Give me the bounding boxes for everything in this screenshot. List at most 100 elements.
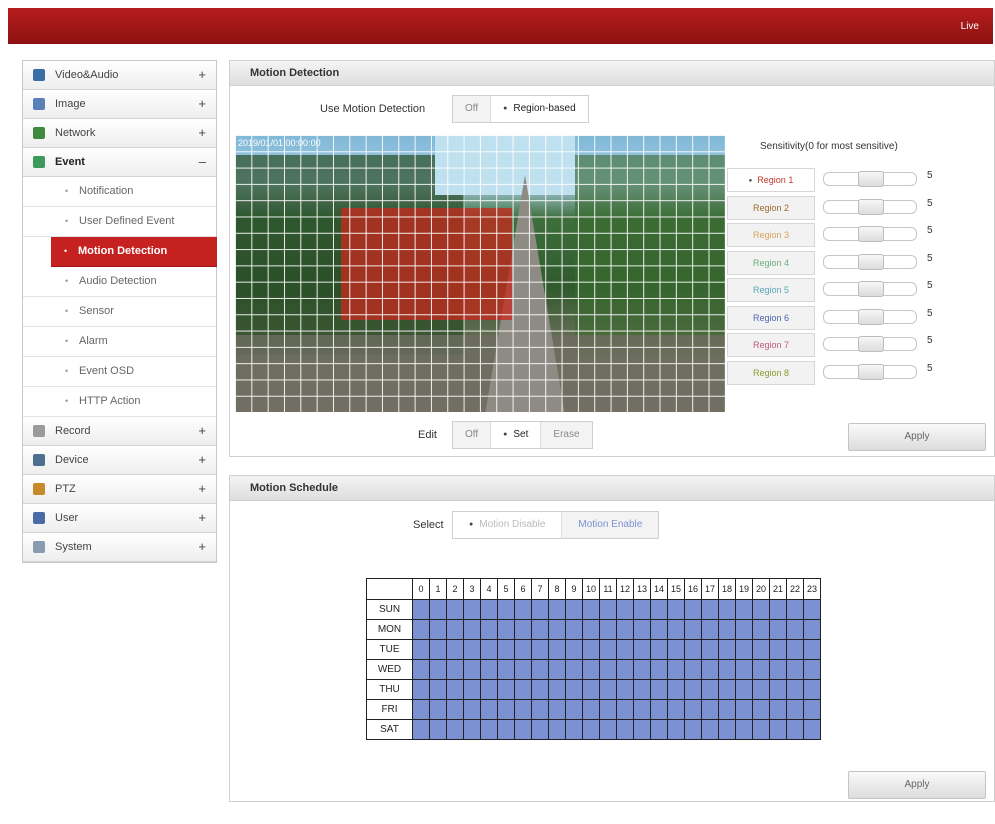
schedule-cell[interactable] [531,619,549,640]
schedule-cell[interactable] [497,639,515,660]
hour-header[interactable]: 4 [480,578,498,600]
slider-handle[interactable] [858,253,884,270]
sidebar-item-image[interactable]: Image + [23,90,216,119]
day-label[interactable]: TUE [366,639,413,660]
schedule-cell[interactable] [684,679,702,700]
hour-header[interactable]: 2 [446,578,464,600]
schedule-cell[interactable] [752,699,770,720]
schedule-cell[interactable] [684,719,702,740]
sidebar-item-record[interactable]: Record + [23,417,216,446]
schedule-cell[interactable] [463,679,481,700]
schedule-cell[interactable] [701,659,719,680]
schedule-cell[interactable] [480,679,498,700]
motion-apply-button[interactable]: Apply [848,423,986,451]
schedule-cell[interactable] [582,599,600,620]
region-6-sensitivity-slider[interactable] [823,308,917,325]
schedule-cell[interactable] [582,619,600,640]
schedule-cell[interactable] [803,699,821,720]
region-4-button[interactable]: Region 4 [727,250,815,275]
submenu-item-http-action[interactable]: • HTTP Action [23,387,216,417]
hour-header[interactable]: 14 [650,578,668,600]
schedule-cell[interactable] [701,699,719,720]
schedule-cell[interactable] [412,679,430,700]
schedule-cell[interactable] [684,639,702,660]
sidebar-item-system[interactable]: System + [23,533,216,562]
schedule-cell[interactable] [429,719,447,740]
schedule-cell[interactable] [565,679,583,700]
schedule-cell[interactable] [446,699,464,720]
submenu-item-event-osd[interactable]: • Event OSD [23,357,216,387]
schedule-cell[interactable] [446,599,464,620]
schedule-cell[interactable] [633,619,651,640]
hour-header[interactable]: 6 [514,578,532,600]
schedule-cell[interactable] [701,719,719,740]
schedule-cell[interactable] [769,619,787,640]
schedule-cell[interactable] [803,679,821,700]
submenu-item-user-defined-event[interactable]: • User Defined Event [23,207,216,237]
schedule-cell[interactable] [667,639,685,660]
schedule-cell[interactable] [633,599,651,620]
schedule-cell[interactable] [446,659,464,680]
schedule-cell[interactable] [752,639,770,660]
schedule-cell[interactable] [616,599,634,620]
schedule-cell[interactable] [786,719,804,740]
schedule-cell[interactable] [429,699,447,720]
region-3-sensitivity-slider[interactable] [823,226,917,242]
schedule-cell[interactable] [446,639,464,660]
schedule-select-option-motion-enable[interactable]: Motion Enable [562,512,658,538]
schedule-cell[interactable] [480,719,498,740]
schedule-cell[interactable] [446,719,464,740]
schedule-cell[interactable] [446,619,464,640]
schedule-cell[interactable] [429,599,447,620]
hour-header[interactable]: 15 [667,578,685,600]
schedule-cell[interactable] [582,699,600,720]
schedule-cell[interactable] [429,639,447,660]
schedule-cell[interactable] [548,619,566,640]
schedule-cell[interactable] [497,659,515,680]
schedule-cell[interactable] [548,699,566,720]
schedule-cell[interactable] [803,619,821,640]
schedule-cell[interactable] [718,659,736,680]
schedule-cell[interactable] [786,619,804,640]
edit-option-set[interactable]: Set [491,422,542,448]
hour-header[interactable]: 20 [752,578,770,600]
schedule-cell[interactable] [650,639,668,660]
hour-header[interactable]: 7 [531,578,549,600]
schedule-cell[interactable] [786,639,804,660]
hour-header[interactable]: 17 [701,578,719,600]
slider-handle[interactable] [858,226,884,242]
day-label[interactable]: FRI [366,699,413,720]
schedule-cell[interactable] [446,679,464,700]
schedule-cell[interactable] [633,679,651,700]
slider-handle[interactable] [858,198,884,215]
schedule-cell[interactable] [429,619,447,640]
schedule-cell[interactable] [735,639,753,660]
schedule-cell[interactable] [684,699,702,720]
schedule-cell[interactable] [548,659,566,680]
schedule-cell[interactable] [480,619,498,640]
schedule-cell[interactable] [769,659,787,680]
schedule-cell[interactable] [514,679,532,700]
schedule-cell[interactable] [582,659,600,680]
schedule-cell[interactable] [480,699,498,720]
schedule-cell[interactable] [514,719,532,740]
schedule-cell[interactable] [463,659,481,680]
schedule-select-option-motion-disable[interactable]: Motion Disable [453,512,563,538]
hour-header[interactable]: 10 [582,578,600,600]
schedule-cell[interactable] [582,639,600,660]
sidebar-item-event[interactable]: Event – [23,148,216,177]
live-link[interactable]: Live [961,21,979,32]
use-motion-option-region-based[interactable]: Region-based [491,96,588,122]
schedule-cell[interactable] [429,679,447,700]
schedule-cell[interactable] [633,639,651,660]
hour-header[interactable]: 1 [429,578,447,600]
schedule-cell[interactable] [463,639,481,660]
schedule-cell[interactable] [531,659,549,680]
schedule-cell[interactable] [548,639,566,660]
region-8-sensitivity-slider[interactable] [823,363,917,380]
schedule-cell[interactable] [735,619,753,640]
schedule-cell[interactable] [667,719,685,740]
hour-header[interactable]: 3 [463,578,481,600]
schedule-cell[interactable] [531,639,549,660]
hour-header[interactable]: 19 [735,578,753,600]
